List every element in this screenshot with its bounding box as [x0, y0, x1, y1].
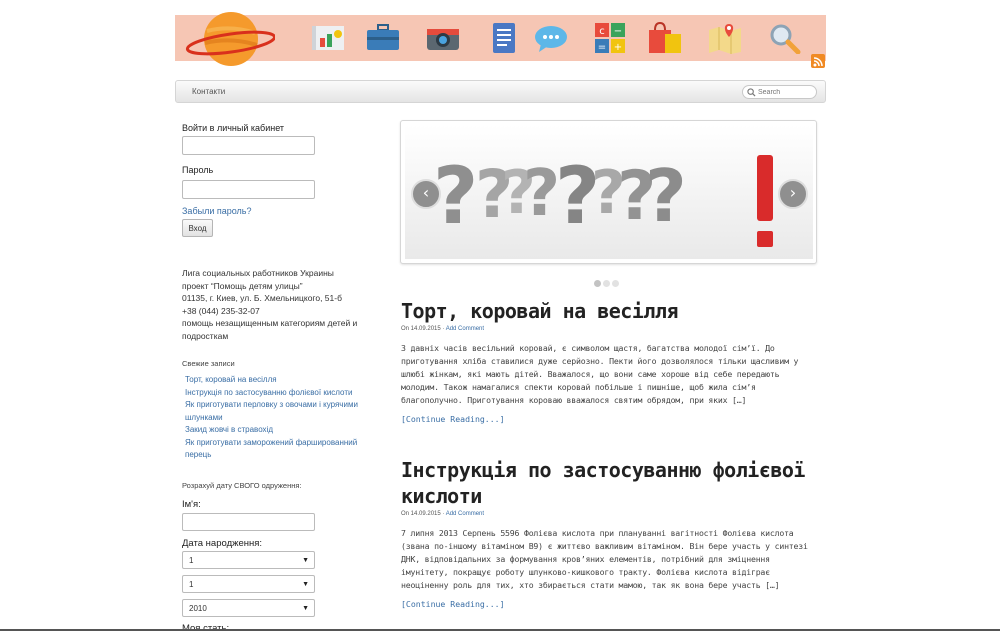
- post-meta: On 14.09.2015 · Add Comment: [401, 326, 819, 332]
- recent-posts-title: Свежие записи: [182, 359, 235, 368]
- login-button[interactable]: Вход: [182, 219, 213, 237]
- post-date: On 14.09.2015 ·: [401, 511, 446, 517]
- login-label: Войти в личный кабинет: [182, 123, 285, 133]
- post: Торт, коровай на весілля On 14.09.2015 ·…: [401, 298, 819, 424]
- password-label: Пароль: [182, 165, 214, 175]
- info-line: +38 (044) 235-32-07: [182, 305, 260, 316]
- slider-next-button[interactable]: ›: [778, 179, 808, 209]
- chat-icon[interactable]: [533, 22, 569, 54]
- birth-date-label: Дата народження:: [182, 537, 263, 549]
- slider-pagination: [594, 272, 621, 291]
- dropdown-arrow-icon: ▼: [302, 580, 309, 588]
- main-navbar: Контакти: [175, 80, 826, 103]
- post-meta: On 14.09.2015 · Add Comment: [401, 511, 819, 517]
- post-excerpt: З давніх часів весільний коровай, є симв…: [401, 343, 799, 405]
- wedding-calc-title: Розрахуй дату СВОГО одруження:: [182, 480, 302, 490]
- svg-text:−: −: [614, 26, 622, 37]
- post: Інструкція по застосуванню фолієвої кисл…: [401, 457, 819, 609]
- rss-icon[interactable]: [811, 54, 825, 68]
- recent-post-link[interactable]: Торт, коровай на весілля: [185, 374, 362, 387]
- dropdown-arrow-icon: ▼: [302, 604, 309, 612]
- search-icon[interactable]: [767, 22, 803, 54]
- slider-dot[interactable]: [612, 280, 619, 287]
- planet-logo[interactable]: [185, 7, 275, 69]
- chevron-right-icon: ›: [789, 183, 797, 202]
- month-select[interactable]: 1 ▼: [182, 574, 315, 593]
- chevron-left-icon: ‹: [422, 183, 430, 202]
- day-select[interactable]: 1 ▼: [182, 550, 315, 569]
- svg-text:=: =: [598, 42, 606, 53]
- recent-post-link[interactable]: Як приготувати перловку з овочами і куря…: [185, 399, 362, 424]
- sidebar: Войти в личный кабинет Пароль Забыли пар…: [182, 121, 362, 631]
- camera-icon[interactable]: [425, 22, 461, 54]
- add-comment-link[interactable]: Add Comment: [446, 326, 484, 332]
- add-comment-link[interactable]: Add Comment: [446, 511, 484, 517]
- post-title[interactable]: Інструкція по застосуванню фолієвої кисл…: [401, 457, 819, 509]
- document-icon[interactable]: [485, 22, 521, 54]
- svg-text:c: c: [599, 26, 605, 37]
- slider-prev-button[interactable]: ‹: [411, 179, 441, 209]
- calculator-icon[interactable]: c − = +: [592, 22, 628, 54]
- post-date: On 14.09.2015 ·: [401, 326, 446, 332]
- name-label: Ім'я:: [182, 498, 201, 510]
- day-select-value: 1: [189, 555, 194, 565]
- recent-post-link[interactable]: Як приготувати заморожений фаршированний…: [185, 437, 362, 462]
- search-box[interactable]: [742, 85, 817, 99]
- info-line: Лига социальных работников Украины: [182, 268, 334, 278]
- slider-dot[interactable]: [603, 280, 610, 287]
- dropdown-arrow-icon: ▼: [302, 556, 309, 564]
- info-line: проект “Помощь детям улицы”: [182, 280, 303, 291]
- search-input[interactable]: [758, 87, 814, 97]
- slider-dot[interactable]: [594, 280, 601, 287]
- year-select[interactable]: 2010 ▼: [182, 598, 315, 617]
- nav-link-contacts[interactable]: Контакти: [192, 87, 225, 96]
- name-input[interactable]: [182, 512, 315, 531]
- magnifier-icon: [747, 88, 756, 97]
- briefcase-icon[interactable]: [365, 22, 401, 54]
- chart-icon[interactable]: [310, 22, 346, 54]
- month-select-value: 1: [189, 579, 194, 589]
- recent-post-link[interactable]: Інструкція по застосуванню фолієвої кисл…: [185, 387, 362, 400]
- continue-reading-link[interactable]: [Continue Reading...]: [401, 414, 819, 424]
- organization-info: Лига социальных работников Украины проек…: [182, 267, 362, 342]
- shopping-bag-icon[interactable]: [647, 22, 683, 54]
- year-select-value: 2010: [189, 603, 207, 613]
- question-marks-image: ? ? ? ? ? ? ? ?: [405, 125, 813, 259]
- password-input[interactable]: [182, 180, 315, 199]
- post-excerpt: 7 липня 2013 Серпень 5596 Фолієва кислот…: [401, 528, 808, 590]
- image-slider: ? ? ? ? ? ? ? ? ‹ ›: [400, 120, 817, 264]
- info-line: помощь незащищенным категориям детей и п…: [182, 318, 358, 341]
- forgot-password-link[interactable]: Забыли пароль?: [182, 206, 362, 216]
- recent-post-link[interactable]: Закид жовчі в стравохід: [185, 424, 362, 437]
- recent-posts-list: Торт, коровай на весілля Інструкція по з…: [182, 374, 362, 462]
- login-input[interactable]: [182, 136, 315, 155]
- post-title[interactable]: Торт, коровай на весілля: [401, 298, 819, 324]
- continue-reading-link[interactable]: [Continue Reading...]: [401, 599, 819, 609]
- svg-text:?: ?: [645, 154, 687, 238]
- map-icon[interactable]: [707, 22, 743, 54]
- header-banner: c − = +: [175, 12, 826, 66]
- svg-text:+: +: [614, 42, 622, 53]
- info-line: 01135, г. Киев, ул. Б. Хмельницкого, 51-…: [182, 293, 342, 303]
